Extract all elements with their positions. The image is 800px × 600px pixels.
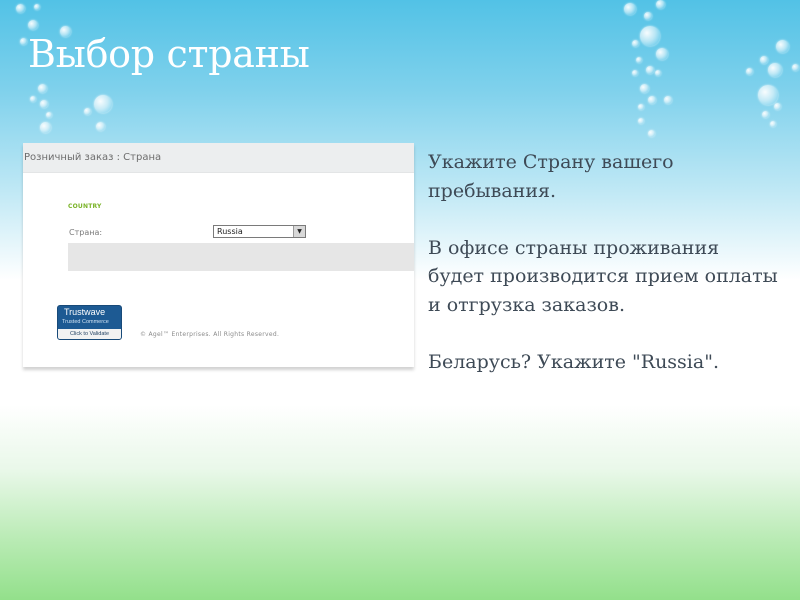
slide-title: Выбор страны xyxy=(28,32,310,76)
bubble-decoration xyxy=(632,40,639,47)
breadcrumb: Розничный заказ : Страна xyxy=(23,143,414,173)
bubble-decoration xyxy=(638,104,644,110)
bubble-decoration xyxy=(84,108,91,115)
bubble-decoration xyxy=(774,103,781,110)
bubble-decoration xyxy=(28,20,38,30)
bubble-decoration xyxy=(776,40,789,53)
country-field-label: Страна: xyxy=(69,228,103,237)
bubble-decoration xyxy=(94,95,112,113)
bubble-decoration xyxy=(40,100,48,108)
section-label: COUNTRY xyxy=(68,203,102,210)
bubble-decoration xyxy=(30,96,36,102)
bubble-decoration xyxy=(655,70,661,76)
instruction-paragraph: Беларусь? Укажите "Russia". xyxy=(428,350,719,373)
bubble-decoration xyxy=(46,112,52,118)
instruction-paragraph: Укажите Страну вашего пребывания. xyxy=(428,151,674,202)
bubble-decoration xyxy=(656,0,665,9)
trustwave-tagline: Trusted Commerce xyxy=(62,319,109,325)
bubble-decoration xyxy=(792,64,799,71)
embedded-screenshot: Розничный заказ : Страна COUNTRY Страна:… xyxy=(23,143,414,367)
bubble-decoration xyxy=(760,56,768,64)
bubble-decoration xyxy=(16,4,25,13)
bubble-decoration xyxy=(648,96,656,104)
bubble-decoration xyxy=(624,3,636,15)
bubble-decoration xyxy=(656,48,668,60)
bubble-decoration xyxy=(758,85,778,105)
bubble-decoration xyxy=(746,68,753,75)
trustwave-seal-icon[interactable]: Trustwave Trusted Commerce Click to Vali… xyxy=(57,305,122,340)
bubble-decoration xyxy=(38,84,47,93)
bubble-decoration xyxy=(768,63,782,77)
copyright-text: © Agel™ Enterprises. All Rights Reserved… xyxy=(140,331,280,338)
bubble-decoration xyxy=(40,122,51,133)
form-action-bar xyxy=(68,243,414,271)
bubble-decoration xyxy=(644,12,652,20)
bubble-decoration xyxy=(632,70,638,76)
bubble-decoration xyxy=(646,66,654,74)
bubble-decoration xyxy=(648,130,655,137)
country-select-value: Russia xyxy=(217,227,243,236)
trustwave-validate-link[interactable]: Click to Validate xyxy=(58,329,121,339)
instructions-text: Укажите Страну вашего пребывания. В офис… xyxy=(428,148,778,405)
bubble-decoration xyxy=(636,57,642,63)
bubble-decoration xyxy=(640,26,660,46)
bubble-decoration xyxy=(770,121,776,127)
bubble-decoration xyxy=(762,111,769,118)
country-select[interactable]: Russia ▼ xyxy=(213,225,306,238)
bubble-decoration xyxy=(638,118,644,124)
bubble-decoration xyxy=(640,84,649,93)
instruction-paragraph: В офисе страны проживания будет производ… xyxy=(428,236,778,316)
bubble-decoration xyxy=(20,38,27,45)
bubble-decoration xyxy=(96,122,105,131)
chevron-down-icon[interactable]: ▼ xyxy=(293,226,305,237)
bubble-decoration xyxy=(664,96,672,104)
bubble-decoration xyxy=(34,4,40,10)
trustwave-brand: Trustwave xyxy=(64,307,106,317)
